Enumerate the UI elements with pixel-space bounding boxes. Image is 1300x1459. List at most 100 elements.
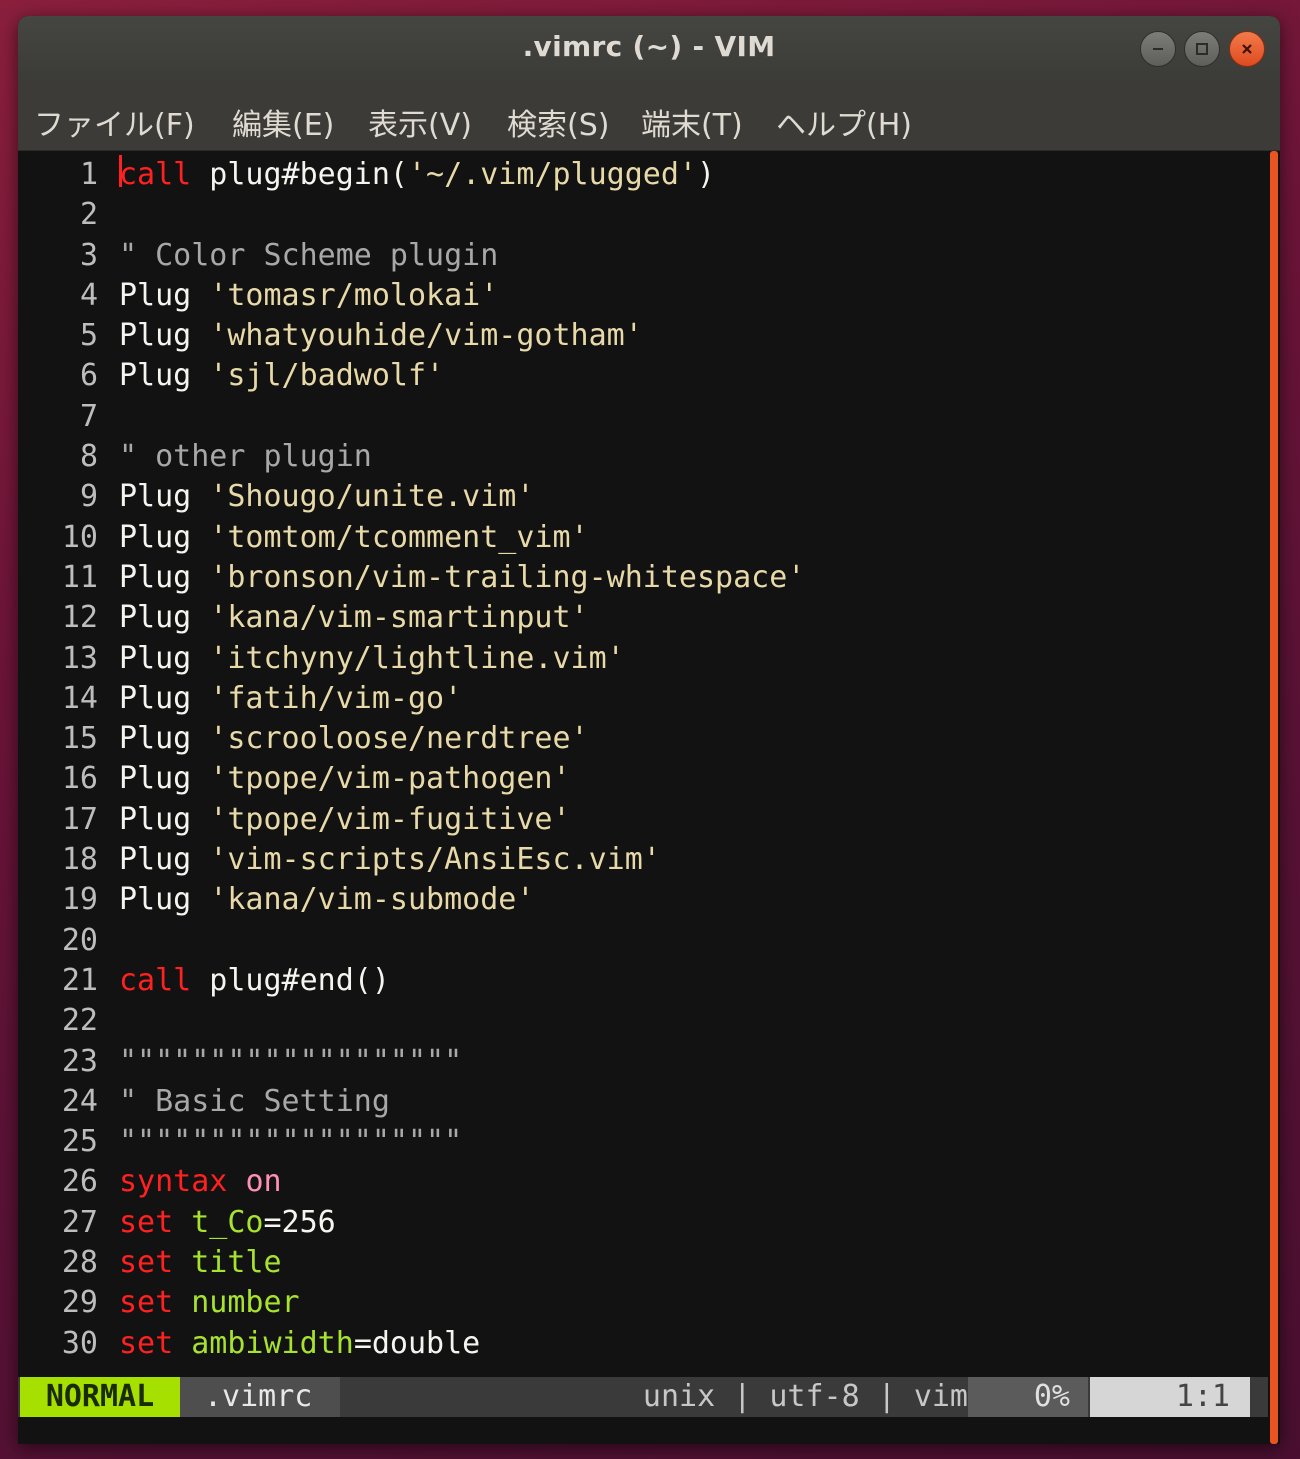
line-number: 3	[79, 237, 98, 273]
close-button[interactable]	[1229, 31, 1265, 67]
code-token: call	[119, 962, 192, 998]
editor-area[interactable]: 1 call plug#begin('~/.vim/plugged') 2 3 " Co…	[18, 151, 1268, 1444]
minimize-button[interactable]	[1140, 31, 1176, 67]
line-content: Plug 'fatih/vim-go'	[119, 679, 462, 719]
title-bar[interactable]: .vimrc (~) - VIM	[18, 16, 1280, 82]
code-token: 'fatih/vim-go'	[209, 680, 463, 716]
code-token: " Basic Setting	[119, 1083, 390, 1119]
code-token: plug#begin(	[191, 157, 408, 192]
code-token: set	[119, 1325, 174, 1361]
code-line[interactable]: 24 " Basic Setting	[18, 1082, 1268, 1122]
code-line[interactable]: 17 Plug 'tpope/vim-fugitive'	[18, 800, 1268, 840]
code-token: Plug	[119, 479, 210, 515]
code-line[interactable]: 18 Plug 'vim-scripts/AnsiEsc.vim'	[18, 840, 1268, 880]
line-number: 8	[79, 439, 98, 475]
line-number: 19	[61, 882, 98, 918]
code-line[interactable]: 8 " other plugin	[18, 437, 1268, 477]
code-token: plug#end()	[191, 962, 390, 998]
menu-file[interactable]: ファイル(F)	[34, 100, 195, 144]
line-number: 13	[61, 640, 98, 676]
code-line[interactable]: 10 Plug 'tomtom/tcomment_vim'	[18, 518, 1268, 558]
code-line[interactable]: 28 set title	[18, 1243, 1268, 1283]
code-token: '~/.vim/plugged'	[408, 157, 697, 192]
code-line[interactable]: 19 Plug 'kana/vim-submode'	[18, 880, 1268, 920]
line-content: Plug 'kana/vim-smartinput'	[119, 598, 589, 638]
code-line[interactable]: 15 Plug 'scrooloose/nerdtree'	[18, 719, 1268, 759]
menu-help[interactable]: ヘルプ(H)	[776, 100, 912, 144]
line-number: 27	[61, 1204, 98, 1240]
line-content: " other plugin	[119, 437, 372, 477]
code-line[interactable]: 20	[18, 921, 1268, 961]
menu-view[interactable]: 表示(V)	[368, 100, 472, 144]
menu-edit[interactable]: 編集(E)	[232, 100, 334, 144]
text-cursor	[119, 155, 122, 187]
code-token: number	[191, 1285, 300, 1321]
maximize-button[interactable]	[1184, 31, 1220, 67]
line-content: Plug 'tpope/vim-pathogen'	[119, 759, 571, 799]
code-line[interactable]: 25 """""""""""""""""""	[18, 1122, 1268, 1162]
line-content: Plug 'sjl/badwolf'	[119, 356, 444, 396]
code-line[interactable]: 6 Plug 'sjl/badwolf'	[18, 356, 1268, 396]
line-content: Plug 'vim-scripts/AnsiEsc.vim'	[119, 840, 661, 880]
line-content: call plug#end()	[119, 961, 390, 1001]
code-token: 'vim-scripts/AnsiEsc.vim'	[209, 842, 661, 878]
code-line[interactable]: 4 Plug 'tomasr/molokai'	[18, 276, 1268, 316]
code-line[interactable]: 30 set ambiwidth=double	[18, 1324, 1268, 1364]
code-line[interactable]: 29 set number	[18, 1283, 1268, 1323]
code-token: Plug	[119, 600, 210, 636]
code-line[interactable]: 1 call plug#begin('~/.vim/plugged')	[18, 155, 1268, 195]
code-token: 'tomtom/tcomment_vim'	[209, 519, 589, 555]
code-line[interactable]: 9 Plug 'Shougo/unite.vim'	[18, 477, 1268, 517]
code-line[interactable]: 12 Plug 'kana/vim-smartinput'	[18, 598, 1268, 638]
line-content: set t_Co=256	[119, 1203, 336, 1243]
code-token: " Color Scheme plugin	[119, 237, 499, 273]
code-token: Plug	[119, 358, 210, 394]
code-line[interactable]: 21 call plug#end()	[18, 961, 1268, 1001]
code-token: ambiwidth	[191, 1325, 354, 1361]
code-token: =256	[263, 1204, 336, 1240]
line-number: 20	[61, 922, 98, 958]
line-content: Plug 'kana/vim-submode'	[119, 880, 534, 920]
code-line[interactable]: 3 " Color Scheme plugin	[18, 236, 1268, 276]
code-token: 'kana/vim-submode'	[209, 882, 535, 918]
code-token: Plug	[119, 277, 210, 313]
code-line[interactable]: 22	[18, 1001, 1268, 1041]
code-line[interactable]: 27 set t_Co=256	[18, 1203, 1268, 1243]
code-line[interactable]: 7	[18, 397, 1268, 437]
code-token: set	[119, 1245, 174, 1281]
code-line[interactable]: 2	[18, 195, 1268, 235]
code-line[interactable]: 5 Plug 'whatyouhide/vim-gotham'	[18, 316, 1268, 356]
code-line[interactable]: 11 Plug 'bronson/vim-trailing-whitespace'	[18, 558, 1268, 598]
maximize-icon	[1196, 43, 1208, 55]
menu-terminal[interactable]: 端末(T)	[641, 100, 743, 144]
line-number: 10	[61, 519, 98, 555]
code-token: title	[191, 1245, 282, 1281]
code-line[interactable]: 16 Plug 'tpope/vim-pathogen'	[18, 759, 1268, 799]
scrollbar-thumb[interactable]	[1270, 151, 1278, 1444]
code-token: )	[696, 157, 716, 192]
line-number: 5	[79, 318, 98, 354]
scrollbar[interactable]	[1268, 151, 1280, 1444]
code-line[interactable]: 13 Plug 'itchyny/lightline.vim'	[18, 639, 1268, 679]
line-content: Plug 'scrooloose/nerdtree'	[119, 719, 589, 759]
code-token: 'tpope/vim-fugitive'	[209, 801, 571, 837]
code-line[interactable]: 26 syntax on	[18, 1162, 1268, 1202]
line-number: 24	[61, 1083, 98, 1119]
code-token: t_Co	[191, 1204, 264, 1240]
status-filename: .vimrc	[180, 1377, 340, 1417]
code-token: Plug	[119, 559, 210, 595]
code-line[interactable]: 14 Plug 'fatih/vim-go'	[18, 679, 1268, 719]
line-content: Plug 'itchyny/lightline.vim'	[119, 639, 625, 679]
line-number: 1	[79, 157, 98, 192]
line-number: 15	[61, 721, 98, 757]
code-line[interactable]: 23 """""""""""""""""""	[18, 1042, 1268, 1082]
command-line[interactable]	[18, 1417, 1268, 1444]
code-token: set	[119, 1204, 174, 1240]
code-token: Plug	[119, 640, 210, 676]
line-number: 16	[61, 761, 98, 797]
line-number: 30	[61, 1325, 98, 1361]
line-content: Plug 'bronson/vim-trailing-whitespace'	[119, 558, 805, 598]
menu-search[interactable]: 検索(S)	[507, 100, 609, 144]
line-content: " Basic Setting	[119, 1082, 390, 1122]
